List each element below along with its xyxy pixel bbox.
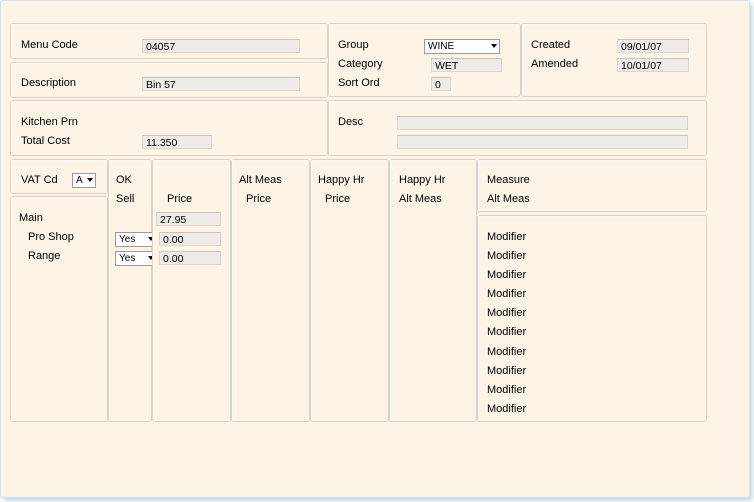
menu-item-window: Menu Code 04057 Description Bin 57 Group…	[0, 0, 750, 498]
happy-hr-2-label: Happy Hr	[399, 174, 446, 186]
chevron-down-icon	[491, 44, 497, 48]
amended-label: Amended	[531, 58, 579, 70]
modifier-item[interactable]: Modifier	[487, 288, 526, 301]
modifier-item[interactable]: Modifier	[487, 346, 526, 359]
sort-ord-field[interactable]: 0	[431, 77, 451, 91]
alt-meas-price-label: Price	[246, 193, 272, 205]
desc-label: Desc	[338, 116, 364, 128]
outlet-main: Main	[19, 212, 43, 224]
measure-label: Measure	[487, 174, 530, 186]
modifier-item[interactable]: Modifier	[487, 307, 526, 320]
category-label: Category	[338, 58, 383, 70]
amended-field[interactable]: 10/01/07	[617, 58, 689, 72]
sell-select-range[interactable]: Yes	[115, 251, 157, 266]
sort-ord-label: Sort Ord	[338, 77, 380, 89]
outlet-pro-shop: Pro Shop	[28, 231, 74, 243]
total-cost-label: Total Cost	[21, 135, 70, 147]
happy-hr-alt-meas-label: Alt Meas	[399, 193, 442, 205]
desc-field-line1[interactable]	[397, 116, 688, 130]
kitchen-prn-label: Kitchen Prn	[21, 116, 78, 128]
ok-label: OK	[116, 174, 132, 186]
modifier-item[interactable]: Modifier	[487, 326, 526, 339]
modifier-item[interactable]: Modifier	[487, 250, 526, 263]
alt-meas-label: Alt Meas	[239, 174, 282, 186]
group-select-value: WINE	[428, 41, 455, 52]
vat-cd-label: VAT Cd	[21, 174, 58, 186]
sell-label: Sell	[116, 193, 135, 205]
description-field[interactable]: Bin 57	[142, 77, 300, 91]
group-label: Group	[338, 39, 369, 51]
happy-hr-price-label: Price	[325, 193, 351, 205]
created-field[interactable]: 09/01/07	[617, 39, 689, 53]
modifier-item[interactable]: Modifier	[487, 403, 526, 416]
outlet-range: Range	[28, 250, 61, 262]
category-field[interactable]: WET	[431, 58, 502, 72]
sell-select-range-value: Yes	[119, 253, 136, 264]
sell-select-pro-shop[interactable]: Yes	[115, 232, 157, 247]
modifier-item[interactable]: Modifier	[487, 365, 526, 378]
vat-cd-select-value: A	[76, 175, 83, 186]
total-cost-field[interactable]: 11.350	[142, 135, 212, 149]
modifier-item[interactable]: Modifier	[487, 269, 526, 282]
chevron-down-icon	[87, 178, 93, 182]
vat-cd-select[interactable]: A	[72, 173, 96, 188]
measure-alt-meas-label: Alt Meas	[487, 193, 530, 205]
modifier-item[interactable]: Modifier	[487, 384, 526, 397]
outlet-names-panel	[10, 196, 108, 422]
description-label: Description	[21, 77, 77, 89]
desc-field-line2[interactable]	[397, 135, 688, 149]
price-field-pro-shop[interactable]: 0.00	[159, 232, 221, 246]
sell-select-pro-shop-value: Yes	[119, 234, 136, 245]
price-field-main[interactable]: 27.95	[156, 212, 221, 226]
menu-code-field[interactable]: 04057	[142, 39, 300, 53]
price-label: Price	[167, 193, 193, 205]
price-field-range[interactable]: 0.00	[159, 251, 221, 265]
modifier-item[interactable]: Modifier	[487, 231, 526, 244]
group-select[interactable]: WINE	[424, 39, 500, 54]
menu-code-label: Menu Code	[21, 39, 78, 51]
happy-hr-label: Happy Hr	[318, 174, 365, 186]
created-label: Created	[531, 39, 571, 51]
